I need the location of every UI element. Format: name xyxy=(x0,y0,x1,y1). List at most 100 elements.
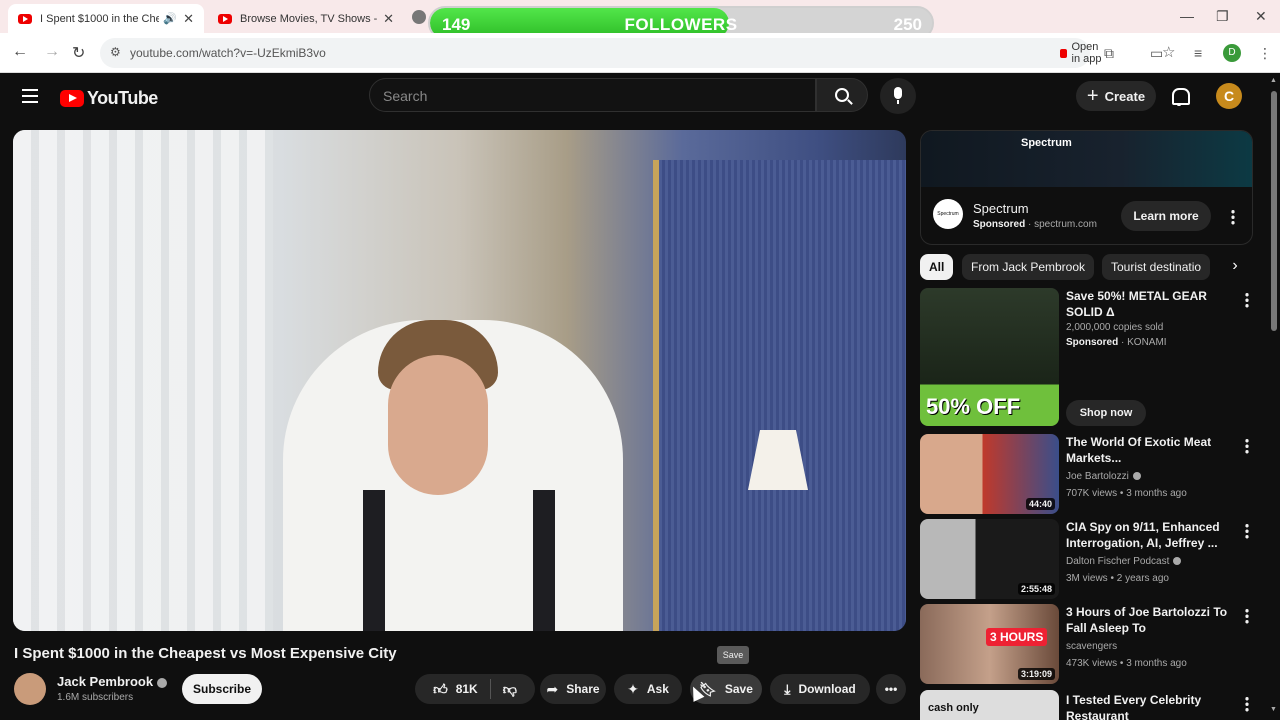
channel-avatar[interactable] xyxy=(14,673,46,705)
open-in-app-label: Open in app xyxy=(1071,41,1102,65)
more-vert-icon[interactable] xyxy=(1245,292,1249,308)
forward-icon[interactable]: → xyxy=(44,43,60,61)
cast-icon[interactable]: ▭ xyxy=(1150,45,1163,62)
ad-domain: spectrum.com xyxy=(1034,219,1097,230)
close-tab-icon[interactable]: ✕ xyxy=(383,11,394,27)
channel-name[interactable]: Jack Pembrook xyxy=(57,674,168,689)
video-frame-wall xyxy=(653,160,906,631)
like-count[interactable]: 81K xyxy=(456,682,478,696)
video-thumbnail[interactable]: 3 HOURS 3:19:09 xyxy=(920,604,1059,684)
extensions-icon[interactable]: ⧉ xyxy=(1104,45,1114,62)
back-icon[interactable]: ← xyxy=(12,43,28,61)
omnibox[interactable]: ⚙ youtube.com/watch?v=-UzEkmiB3vo Open i… xyxy=(100,38,1175,68)
more-vert-icon[interactable] xyxy=(1245,696,1249,712)
ad-banner[interactable]: Spectrum xyxy=(921,131,1252,187)
chip-from-channel[interactable]: From Jack Pembrook xyxy=(962,254,1095,280)
create-button[interactable]: + Create xyxy=(1076,81,1156,111)
rec-title[interactable]: 3 Hours of Joe Bartolozzi To Fall Asleep… xyxy=(1066,604,1236,636)
thumbs-up-icon[interactable]: 👍︎ xyxy=(433,681,448,698)
video-duration: 2:55:48 xyxy=(1017,583,1055,595)
rec-channel[interactable]: Dalton Fischer Podcast xyxy=(1066,556,1182,567)
chip-all[interactable]: All xyxy=(920,254,954,280)
channel-name-text: Jack Pembrook xyxy=(57,674,154,689)
sponsored-ad-card[interactable]: Spectrum Spectrum Spectrum Sponsored · s… xyxy=(920,130,1253,245)
download-label: Download xyxy=(798,682,856,696)
tab-title: Browse Movies, TV Shows - yFli xyxy=(240,12,378,25)
rec-title[interactable]: CIA Spy on 9/11, Enhanced Interrogation,… xyxy=(1066,519,1236,551)
list-item[interactable]: 3 HOURS 3:19:09 3 Hours of Joe Bartolozz… xyxy=(920,604,1253,684)
video-thumbnail[interactable]: cash only xyxy=(920,690,1059,720)
browser-profile-avatar[interactable]: D xyxy=(1223,44,1241,62)
close-tab-icon[interactable]: ✕ xyxy=(183,11,194,27)
close-window-icon[interactable]: ✕ xyxy=(1255,8,1267,25)
media-control-icon[interactable]: ≡ xyxy=(1194,45,1202,61)
voice-search-icon[interactable] xyxy=(880,78,916,114)
youtube-logo[interactable]: YouTube xyxy=(60,88,158,109)
minimize-icon[interactable]: — xyxy=(1180,8,1194,24)
open-in-app-button[interactable]: Open in app xyxy=(1060,41,1104,65)
rec-title[interactable]: Save 50%! METAL GEAR SOLID Δ xyxy=(1066,288,1236,320)
restore-icon[interactable]: ❐ xyxy=(1216,8,1229,25)
video-thumbnail[interactable]: 44:40 xyxy=(920,434,1059,514)
learn-more-button[interactable]: Learn more xyxy=(1121,201,1211,231)
share-icon: ➦ xyxy=(546,680,559,697)
save-label: Save xyxy=(724,682,753,696)
browser-menu-icon[interactable]: ⋮ xyxy=(1258,45,1272,62)
more-vert-icon[interactable] xyxy=(1245,608,1249,624)
video-thumbnail[interactable]: 50% OFF xyxy=(920,288,1059,426)
more-actions-button[interactable]: ••• xyxy=(876,674,906,704)
rec-meta: 3M views • 2 years ago xyxy=(1066,573,1169,584)
list-item[interactable]: 44:40 The World Of Exotic Meat Markets..… xyxy=(920,434,1253,514)
list-item[interactable]: 50% OFF Save 50%! METAL GEAR SOLID Δ 2,0… xyxy=(920,288,1253,428)
scroll-down-icon[interactable]: ▼ xyxy=(1270,706,1277,713)
list-item[interactable]: 2:55:48 CIA Spy on 9/11, Enhanced Interr… xyxy=(920,519,1253,599)
search-input[interactable]: Search xyxy=(369,78,816,112)
rec-channel[interactable]: scavengers xyxy=(1066,641,1117,652)
speaker-icon[interactable]: 🔊 xyxy=(163,12,177,25)
video-player[interactable] xyxy=(13,130,906,631)
account-avatar[interactable]: C xyxy=(1216,83,1242,109)
rec-channel-name: Dalton Fischer Podcast xyxy=(1066,556,1170,567)
rec-meta: 707K views • 3 months ago xyxy=(1066,488,1187,499)
share-label: Share xyxy=(566,682,600,696)
rec-meta: 473K views • 3 months ago xyxy=(1066,658,1187,669)
filter-chips: All From Jack Pembrook Tourist destinati… xyxy=(920,254,1253,280)
download-icon: ⤓ xyxy=(784,680,791,697)
search-icon xyxy=(835,88,849,102)
subscribe-button[interactable]: Subscribe xyxy=(182,674,262,704)
video-thumbnail[interactable]: 2:55:48 xyxy=(920,519,1059,599)
plus-icon: + xyxy=(1086,84,1099,107)
video-frame-curtain xyxy=(13,130,273,631)
url-text: youtube.com/watch?v=-UzEkmiB3vo xyxy=(130,46,326,60)
ad-more-icon[interactable] xyxy=(1231,209,1235,225)
ad-sponsored-label: Sponsored xyxy=(973,219,1026,230)
reload-icon[interactable]: ↻ xyxy=(72,43,85,63)
shop-now-button[interactable]: Shop now xyxy=(1066,400,1146,426)
more-vert-icon[interactable] xyxy=(1245,523,1249,539)
tab-favicon-icon[interactable] xyxy=(412,10,426,24)
ad-logo[interactable]: Spectrum xyxy=(933,199,963,229)
share-button[interactable]: ➦ Share xyxy=(540,674,606,704)
scrollbar-thumb[interactable] xyxy=(1271,91,1277,331)
search-button[interactable] xyxy=(816,78,868,112)
menu-icon[interactable] xyxy=(22,89,38,103)
rec-title[interactable]: I Tested Every Celebrity Restaurant xyxy=(1066,692,1236,720)
tab-youtube-video[interactable]: I Spent $1000 in the Cheape 🔊 ✕ xyxy=(8,4,204,33)
more-vert-icon[interactable] xyxy=(1245,438,1249,454)
bookmark-star-icon[interactable]: ☆ xyxy=(1162,43,1175,61)
save-tooltip: Save xyxy=(717,646,749,664)
ask-button[interactable]: ✦ Ask xyxy=(614,674,682,704)
tab-browse-movies[interactable]: Browse Movies, TV Shows - yFli ✕ xyxy=(208,4,404,33)
notifications-bell-icon[interactable] xyxy=(1170,87,1190,106)
chevron-right-icon[interactable]: › xyxy=(1224,257,1246,279)
list-item[interactable]: cash only I Tested Every Celebrity Resta… xyxy=(920,690,1253,720)
video-title: I Spent $1000 in the Cheapest vs Most Ex… xyxy=(14,645,397,662)
page-scrollbar[interactable]: ▲ ▼ xyxy=(1268,73,1280,720)
thumbs-down-icon[interactable]: 👎︎ xyxy=(503,681,517,698)
rec-title[interactable]: The World Of Exotic Meat Markets... xyxy=(1066,434,1236,466)
rec-channel[interactable]: Joe Bartolozzi xyxy=(1066,471,1141,482)
site-info-icon[interactable]: ⚙ xyxy=(110,45,121,59)
download-button[interactable]: ⤓ Download xyxy=(770,674,870,704)
scroll-up-icon[interactable]: ▲ xyxy=(1270,77,1277,84)
chip-tourist[interactable]: Tourist destinatio xyxy=(1102,254,1211,280)
